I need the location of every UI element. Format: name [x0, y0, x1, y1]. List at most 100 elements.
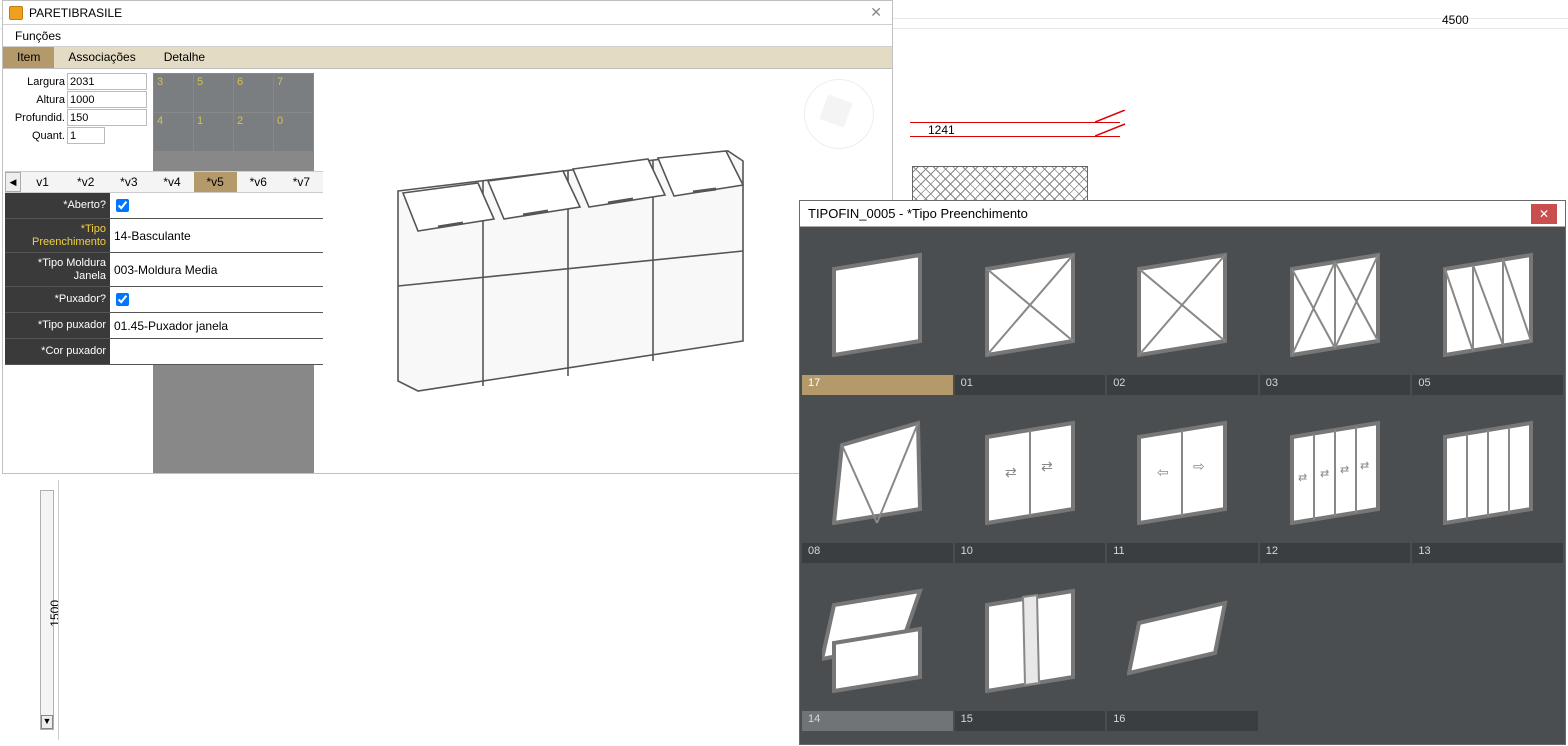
- window-thumb-icon: ⇄⇄: [955, 397, 1106, 543]
- type-card-12[interactable]: ⇄⇄⇄⇄12: [1260, 397, 1411, 563]
- prop-label: *Tipo Preenchimento: [5, 219, 110, 252]
- vtab-v1[interactable]: v1: [21, 172, 64, 192]
- window-thumb-icon: ⇄⇄⇄⇄: [1260, 397, 1411, 543]
- close-icon[interactable]: ✕: [866, 4, 886, 21]
- grid-cell[interactable]: 5: [194, 74, 233, 112]
- type-card-02[interactable]: 02: [1107, 229, 1258, 395]
- svg-text:⇄: ⇄: [1298, 472, 1307, 484]
- prop-label: *Aberto?: [5, 193, 110, 218]
- altura-input[interactable]: [67, 91, 147, 108]
- dim-top: 4500: [1442, 13, 1469, 27]
- scroll-left-icon[interactable]: ◀: [5, 172, 21, 192]
- panel-menu: Funções: [3, 25, 892, 47]
- window-3d-icon: [368, 131, 848, 411]
- dim-arrow-icon: [1095, 110, 1145, 150]
- grid-cell[interactable]: 0: [274, 113, 313, 151]
- property-list: *Aberto?*Tipo Preenchimento14-Basculante…: [5, 193, 323, 365]
- svg-text:⇦: ⇦: [1157, 464, 1169, 480]
- svg-text:⇄: ⇄: [1340, 464, 1349, 476]
- popup-title: TIPOFIN_0005 - *Tipo Preenchimento: [808, 206, 1531, 221]
- prop-checkbox[interactable]: [116, 199, 129, 212]
- popup-grid: 170102030508⇄⇄10⇦⇨11⇄⇄⇄⇄1213141516: [800, 227, 1565, 733]
- prop-label: *Tipo puxador: [5, 313, 110, 338]
- type-card-label: 10: [955, 543, 1106, 563]
- popup-titlebar[interactable]: TIPOFIN_0005 - *Tipo Preenchimento ✕: [800, 201, 1565, 227]
- svg-text:⇄: ⇄: [1005, 464, 1017, 480]
- altura-label: Altura: [5, 94, 65, 106]
- type-card-label: 13: [1412, 543, 1563, 563]
- grid-cell[interactable]: 2: [234, 113, 273, 151]
- window-thumb-icon: [955, 565, 1106, 711]
- prop-value[interactable]: 14-Basculante: [110, 219, 323, 252]
- profund-label: Profundid.: [5, 112, 65, 124]
- type-card-label: 12: [1260, 543, 1411, 563]
- quant-label: Quant.: [5, 130, 65, 142]
- type-card-05[interactable]: 05: [1412, 229, 1563, 395]
- type-card-03[interactable]: 03: [1260, 229, 1411, 395]
- prop-value[interactable]: 003-Moldura Media: [110, 253, 323, 286]
- type-card-11[interactable]: ⇦⇨11: [1107, 397, 1258, 563]
- window-thumb-icon: ⇦⇨: [1107, 397, 1258, 543]
- vtab-v6[interactable]: *v6: [237, 172, 280, 192]
- prop-label: *Puxador?: [5, 287, 110, 312]
- vtab-v3[interactable]: *v3: [107, 172, 150, 192]
- dim-red: 1241: [928, 123, 955, 137]
- window-thumb-icon: [1412, 397, 1563, 543]
- prop-value[interactable]: [110, 193, 323, 218]
- panel-pareti: PARETIBRASILE ✕ Funções Item Associações…: [2, 0, 893, 474]
- prop-value[interactable]: [110, 287, 323, 312]
- type-card-16[interactable]: 16: [1107, 565, 1258, 731]
- prop-label: *Tipo Moldura Janela: [5, 253, 110, 286]
- panel-tabs: Item Associações Detalhe: [3, 47, 892, 69]
- type-card-label: 17: [802, 375, 953, 395]
- panel-title: PARETIBRASILE: [29, 6, 866, 20]
- vtab-v7[interactable]: *v7: [280, 172, 323, 192]
- type-card-13[interactable]: 13: [1412, 397, 1563, 563]
- type-card-08[interactable]: 08: [802, 397, 953, 563]
- type-card-label: 15: [955, 711, 1106, 731]
- largura-input[interactable]: [67, 73, 147, 90]
- type-card-17[interactable]: 17: [802, 229, 953, 395]
- prop-row: *Aberto?: [5, 193, 323, 219]
- window-thumb-icon: [1107, 565, 1258, 711]
- menu-funcoes[interactable]: Funções: [5, 27, 71, 45]
- variant-tabs: ◀ v1*v2*v3*v4*v5*v6*v7: [5, 171, 323, 193]
- grid-cell[interactable]: 6: [234, 74, 273, 112]
- svg-text:⇨: ⇨: [1193, 458, 1205, 474]
- prop-row: *Tipo Moldura Janela003-Moldura Media: [5, 253, 323, 287]
- type-card-14[interactable]: 14: [802, 565, 953, 731]
- quant-input[interactable]: [67, 127, 105, 144]
- prop-row: *Tipo puxador01.45-Puxador janela: [5, 313, 323, 339]
- largura-label: Largura: [5, 76, 65, 88]
- grid-cell[interactable]: 4: [154, 113, 193, 151]
- vtab-v4[interactable]: *v4: [150, 172, 193, 192]
- grid-cell[interactable]: 1: [194, 113, 233, 151]
- ruler-down-icon[interactable]: ▼: [41, 715, 53, 729]
- vtab-v2[interactable]: *v2: [64, 172, 107, 192]
- type-card-label: 08: [802, 543, 953, 563]
- panel-titlebar[interactable]: PARETIBRASILE ✕: [3, 1, 892, 25]
- tab-item[interactable]: Item: [3, 47, 54, 68]
- type-card-label: 01: [955, 375, 1106, 395]
- app-icon: [9, 6, 23, 20]
- tab-assoc[interactable]: Associações: [54, 47, 149, 68]
- type-card-01[interactable]: 01: [955, 229, 1106, 395]
- tab-detalhe[interactable]: Detalhe: [150, 47, 219, 68]
- type-card-label: 03: [1260, 375, 1411, 395]
- prop-checkbox[interactable]: [116, 293, 129, 306]
- window-thumb-icon: [802, 565, 953, 711]
- prop-row: *Cor puxador: [5, 339, 323, 365]
- popup-tipofin: TIPOFIN_0005 - *Tipo Preenchimento ✕ 170…: [799, 200, 1566, 745]
- svg-text:⇄: ⇄: [1041, 458, 1053, 474]
- type-card-15[interactable]: 15: [955, 565, 1106, 731]
- orientation-cube-icon[interactable]: [804, 79, 874, 149]
- profund-input[interactable]: [67, 109, 147, 126]
- grid-cell[interactable]: 3: [154, 74, 193, 112]
- vtab-v5[interactable]: *v5: [194, 172, 237, 192]
- grid-cell[interactable]: 7: [274, 74, 313, 112]
- type-card-label: 16: [1107, 711, 1258, 731]
- type-card-10[interactable]: ⇄⇄10: [955, 397, 1106, 563]
- prop-value[interactable]: [110, 339, 323, 364]
- popup-close-icon[interactable]: ✕: [1531, 204, 1557, 224]
- prop-value[interactable]: 01.45-Puxador janela: [110, 313, 323, 338]
